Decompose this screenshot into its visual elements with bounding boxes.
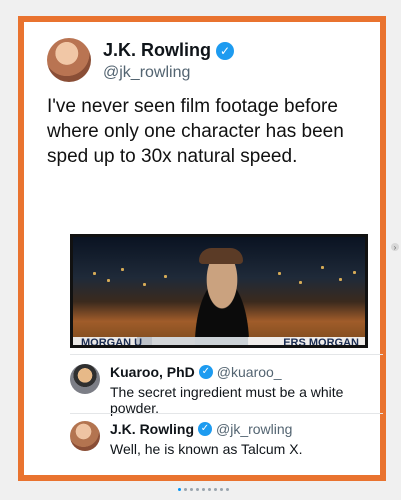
- reply-item: J.K. Rowling ✓ @jk_rowling Well, he is k…: [70, 421, 383, 477]
- video-person-hair: [199, 248, 243, 264]
- carousel-dot[interactable]: [190, 488, 193, 491]
- city-light: [339, 278, 342, 281]
- reply-item: Kuaroo, PhD ✓ @kuaroo_ The secret ingred…: [70, 364, 383, 420]
- reply-name-row: Kuaroo, PhD ✓ @kuaroo_: [110, 364, 282, 380]
- reply-author-name[interactable]: J.K. Rowling: [110, 421, 194, 437]
- author-avatar[interactable]: [47, 38, 91, 82]
- carousel-dot[interactable]: [196, 488, 199, 491]
- divider: [70, 413, 383, 414]
- city-light: [278, 272, 281, 275]
- city-light: [143, 283, 146, 286]
- carousel-dot[interactable]: [208, 488, 211, 491]
- carousel-dot[interactable]: [226, 488, 229, 491]
- carousel-dot[interactable]: [220, 488, 223, 491]
- author-name[interactable]: J.K. Rowling: [103, 40, 211, 61]
- carousel-dot[interactable]: [178, 488, 181, 491]
- video-person: [184, 252, 260, 345]
- chevron-right-icon[interactable]: ›: [391, 243, 399, 252]
- city-light: [353, 271, 356, 274]
- reply-author-name[interactable]: Kuaroo, PhD: [110, 364, 195, 380]
- video-caption-left: MORGAN U: [81, 337, 143, 348]
- carousel-dot[interactable]: [202, 488, 205, 491]
- carousel-dot[interactable]: [184, 488, 187, 491]
- video-thumbnail[interactable]: MORGAN U ERS MORGAN: [70, 234, 368, 348]
- reply-avatar[interactable]: [70, 364, 100, 394]
- author-handle[interactable]: @jk_rowling: [103, 64, 190, 82]
- city-light: [121, 268, 124, 271]
- verified-badge-icon: ✓: [216, 41, 234, 60]
- city-light: [164, 275, 167, 278]
- reply-author-handle[interactable]: @kuaroo_: [217, 364, 282, 380]
- reply-text: Well, he is known as Talcum X.: [110, 441, 303, 457]
- divider: [70, 354, 383, 355]
- verified-badge-icon: ✓: [198, 422, 212, 436]
- carousel-dot[interactable]: [214, 488, 217, 491]
- reply-avatar[interactable]: [70, 421, 100, 451]
- city-light: [299, 281, 302, 284]
- city-light: [93, 272, 96, 275]
- reply-name-row: J.K. Rowling ✓ @jk_rowling: [110, 421, 292, 437]
- city-light: [321, 266, 324, 269]
- reply-text: The secret ingredient must be a white po…: [110, 384, 344, 416]
- reply-author-handle[interactable]: @jk_rowling: [216, 421, 292, 437]
- carousel-dots: [178, 488, 229, 491]
- city-light: [107, 279, 110, 282]
- author-name-row: J.K. Rowling ✓: [103, 40, 234, 61]
- post-card: J.K. Rowling ✓ @jk_rowling I've never se…: [18, 16, 386, 481]
- video-caption-right: ERS MORGAN: [283, 337, 359, 348]
- tweet-text: I've never seen film footage before wher…: [47, 96, 344, 167]
- verified-badge-icon: ✓: [198, 365, 213, 379]
